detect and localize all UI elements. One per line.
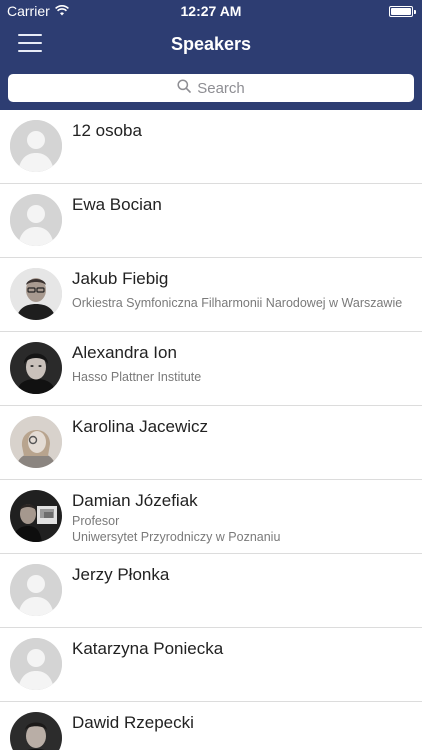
avatar-placeholder-icon — [10, 638, 62, 690]
avatar-placeholder-icon — [10, 120, 62, 172]
battery-icon — [389, 6, 416, 17]
avatar-photo — [10, 712, 62, 750]
avatar-placeholder-icon — [10, 194, 62, 246]
speaker-row[interactable]: Katarzyna Poniecka — [0, 628, 422, 702]
navigation-bar: Speakers — [0, 22, 422, 66]
speaker-name: Ewa Bocian — [72, 195, 162, 214]
search-input[interactable]: Search — [8, 74, 414, 102]
search-icon — [177, 78, 192, 98]
speaker-name: Dawid Rzepecki — [72, 713, 194, 732]
speaker-row[interactable]: Alexandra Ion Hasso Plattner Institute — [0, 332, 422, 406]
search-bar: Search — [0, 66, 422, 110]
avatar-photo — [10, 342, 62, 394]
speaker-name: 12 osoba — [72, 121, 142, 140]
avatar-photo — [10, 490, 62, 542]
speaker-row[interactable]: Jakub Fiebig Orkiestra Symfoniczna Filha… — [0, 258, 422, 332]
page-title: Speakers — [170, 34, 252, 54]
speaker-organization: Orkiestra Symfoniczna Filharmonii Narodo… — [72, 296, 403, 310]
speaker-row[interactable]: Dawid Rzepecki — [0, 702, 422, 750]
clock: 12:27 AM — [180, 3, 242, 19]
speaker-organization: Hasso Plattner Institute — [72, 370, 202, 384]
speaker-name: Alexandra Ion — [72, 343, 177, 362]
speaker-row[interactable]: Jerzy Płonka — [0, 554, 422, 628]
search-placeholder: Search — [197, 79, 245, 97]
speaker-row[interactable]: 12 osoba — [0, 110, 422, 184]
speaker-organization: Uniwersytet Przyrodniczy w Poznaniu — [72, 530, 281, 544]
speaker-row[interactable]: Ewa Bocian — [0, 184, 422, 258]
speaker-name: Damian Józefiak — [72, 491, 198, 510]
speaker-row[interactable]: Damian Józefiak Profesor Uniwersytet Prz… — [0, 480, 422, 554]
avatar-photo — [10, 268, 62, 320]
status-bar: Carrier 12:27 AM — [0, 0, 422, 22]
speaker-row[interactable]: Karolina Jacewicz — [0, 406, 422, 480]
speaker-list: 12 osoba Ewa Bocian Jakub Fiebig Orkiest… — [0, 110, 422, 750]
speaker-name: Karolina Jacewicz — [72, 417, 209, 436]
speaker-name: Jakub Fiebig — [72, 269, 169, 288]
avatar-placeholder-icon — [10, 564, 62, 616]
speaker-role: Profesor — [72, 514, 120, 528]
speaker-name: Jerzy Płonka — [72, 565, 170, 584]
avatar-photo — [10, 416, 62, 468]
speaker-name: Katarzyna Poniecka — [72, 639, 224, 658]
